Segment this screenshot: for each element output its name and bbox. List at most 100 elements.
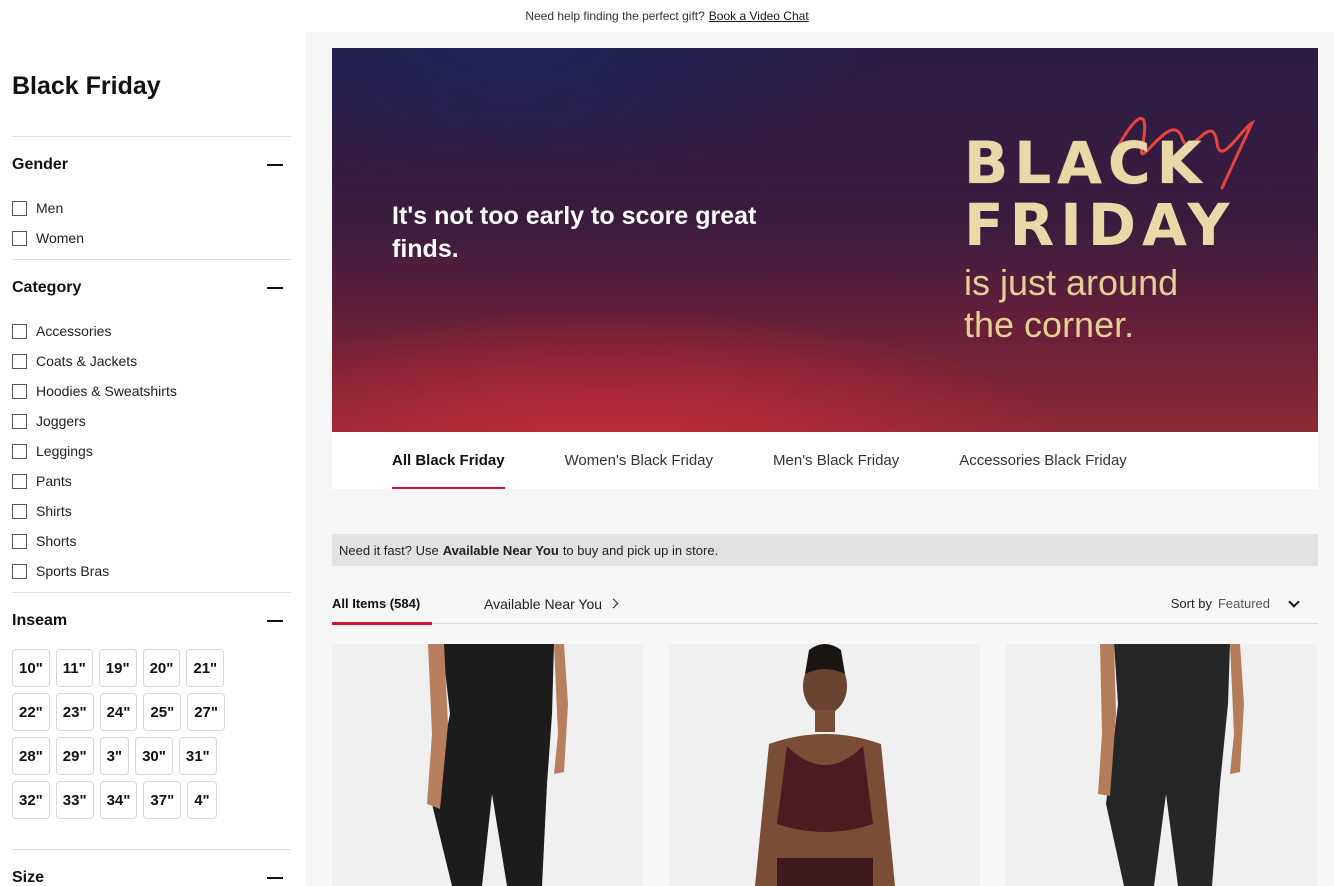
filter-option-label: Leggings: [36, 443, 93, 459]
filter-option-coats-jackets[interactable]: Coats & Jackets: [12, 346, 291, 376]
available-near-you-toggle[interactable]: Available Near You: [484, 596, 619, 612]
bf-sub-line-2: the corner.: [964, 304, 1135, 345]
collapse-icon[interactable]: [267, 164, 283, 166]
checkbox[interactable]: [12, 413, 27, 429]
inseam-chip[interactable]: 27": [187, 693, 225, 731]
checkbox[interactable]: [12, 503, 27, 519]
gender-heading[interactable]: Gender: [12, 137, 291, 193]
inseam-chip[interactable]: 22": [12, 693, 50, 731]
checkbox[interactable]: [12, 230, 27, 246]
bf-line-black: BLACK: [964, 129, 1208, 197]
checkbox[interactable]: [12, 353, 27, 369]
filter-option-label: Coats & Jackets: [36, 353, 138, 369]
availability-banner: Need it fast? Use Available Near You to …: [332, 534, 1318, 566]
category-options: Accessories Coats & Jackets Hoodies & Swea…: [12, 316, 291, 586]
inseam-row: 10" 11" 19" 20" 21": [12, 649, 291, 687]
inseam-chip[interactable]: 29": [55, 737, 94, 775]
product-card[interactable]: [1006, 644, 1317, 886]
filter-option-label: Hoodies & Sweatshirts: [36, 383, 177, 399]
tab-men-s-black-friday[interactable]: Men's Black Friday: [773, 432, 899, 489]
sort-value: Featured: [1217, 596, 1270, 611]
hero-tagline: It's not too early to score great finds.: [392, 202, 757, 263]
gender-heading-label: Gender: [12, 156, 69, 173]
all-items-tab[interactable]: All Items (584): [332, 584, 432, 625]
availability-prefix: Need it fast? Use: [339, 542, 439, 558]
filter-option-women[interactable]: Women: [12, 223, 291, 253]
inseam-row: 22" 23" 24" 25" 27": [12, 693, 291, 731]
filter-option-hoodies-sweatshirts[interactable]: Hoodies & Sweatshirts: [12, 376, 291, 406]
product-grid: [332, 644, 1318, 886]
bf-sub-line-1: is just around: [964, 262, 1179, 303]
product-card[interactable]: [332, 644, 643, 886]
checkbox[interactable]: [12, 533, 27, 549]
collapse-icon[interactable]: [267, 287, 283, 289]
availability-suffix: to buy and pick up in store.: [562, 542, 719, 558]
sports-bra-image: [669, 644, 980, 886]
tab-all-black-friday[interactable]: All Black Friday: [392, 432, 505, 489]
inseam-chip[interactable]: 10": [12, 649, 50, 687]
inseam-chip[interactable]: 19": [98, 649, 137, 687]
leggings-image: [332, 644, 643, 886]
filter-option-label: Accessories: [36, 323, 112, 339]
collapse-icon[interactable]: [267, 620, 283, 622]
inseam-chip[interactable]: 4": [187, 781, 217, 819]
filter-option-label: Shorts: [36, 533, 77, 549]
tab-accessories-black-friday[interactable]: Accessories Black Friday: [959, 432, 1127, 489]
hero-banner[interactable]: It's not too early to score great finds.…: [332, 48, 1318, 432]
chevron-down-icon: [1288, 595, 1300, 608]
filter-option-label: Women: [36, 230, 84, 246]
bf-line-friday: FRIDAY: [964, 191, 1236, 259]
inseam-chip[interactable]: 24": [99, 693, 138, 731]
filter-option-pants[interactable]: Pants: [12, 466, 291, 496]
inseam-chip[interactable]: 31": [178, 737, 217, 775]
checkbox[interactable]: [12, 200, 27, 216]
tab-women-s-black-friday[interactable]: Women's Black Friday: [565, 432, 713, 489]
filter-option-shirts[interactable]: Shirts: [12, 496, 291, 526]
inseam-filter: Inseam 10" 11" 19" 20" 21" 22" 23" 24" 25" 27" 28"…: [12, 592, 291, 819]
inseam-chip[interactable]: 21": [186, 649, 225, 687]
inseam-row: 32" 33" 34" 37" 4": [12, 781, 291, 819]
checkbox[interactable]: [12, 443, 27, 459]
size-heading[interactable]: Size: [12, 850, 291, 886]
filter-option-joggers[interactable]: Joggers: [12, 406, 291, 436]
inseam-chip[interactable]: 25": [143, 693, 182, 731]
collapse-icon[interactable]: [267, 877, 283, 879]
inseam-chip[interactable]: 28": [12, 737, 50, 775]
filter-option-label: Pants: [36, 473, 72, 489]
product-card[interactable]: [669, 644, 980, 886]
checkbox[interactable]: [12, 323, 27, 339]
inseam-chip[interactable]: 37": [143, 781, 182, 819]
checkbox[interactable]: [12, 473, 27, 489]
inseam-chip[interactable]: 20": [142, 649, 181, 687]
filter-option-sports-bras[interactable]: Sports Bras: [12, 556, 291, 586]
page-title: Black Friday: [12, 72, 161, 100]
sort-dropdown[interactable]: Sort by Featured: [1171, 595, 1300, 611]
inseam-chip[interactable]: 34": [99, 781, 138, 819]
availability-link[interactable]: Available Near You: [443, 543, 559, 558]
inseam-row: 28" 29" 3" 30" 31": [12, 737, 291, 775]
inseam-chip[interactable]: 23": [55, 693, 94, 731]
inseam-heading[interactable]: Inseam: [12, 593, 291, 649]
inseam-chip[interactable]: 11": [55, 649, 93, 687]
filter-option-men[interactable]: Men: [12, 193, 291, 223]
inseam-chip[interactable]: 33": [55, 781, 94, 819]
inseam-chip[interactable]: 3": [99, 737, 130, 775]
checkbox[interactable]: [12, 383, 27, 399]
filter-option-label: Joggers: [36, 413, 86, 429]
size-filter: Size: [12, 849, 291, 886]
filter-option-label: Shirts: [36, 503, 72, 519]
black-friday-title: BLACK FRIDAY is just around the corner.: [964, 132, 1284, 346]
category-heading[interactable]: Category: [12, 260, 291, 316]
inseam-options: 10" 11" 19" 20" 21" 22" 23" 24" 25" 27" 28" 29" 3" 30…: [12, 649, 291, 819]
inseam-chip[interactable]: 30": [135, 737, 173, 775]
inseam-heading-label: Inseam: [12, 612, 68, 629]
checkbox[interactable]: [12, 563, 27, 579]
filter-option-shorts[interactable]: Shorts: [12, 526, 291, 556]
size-heading-label: Size: [12, 869, 45, 886]
inseam-chip[interactable]: 32": [12, 781, 50, 819]
filter-option-label: Men: [36, 200, 64, 216]
book-video-chat-link[interactable]: Book a Video Chat: [709, 9, 809, 23]
category-heading-label: Category: [12, 279, 82, 296]
filter-option-accessories[interactable]: Accessories: [12, 316, 291, 346]
filter-option-leggings[interactable]: Leggings: [12, 436, 291, 466]
